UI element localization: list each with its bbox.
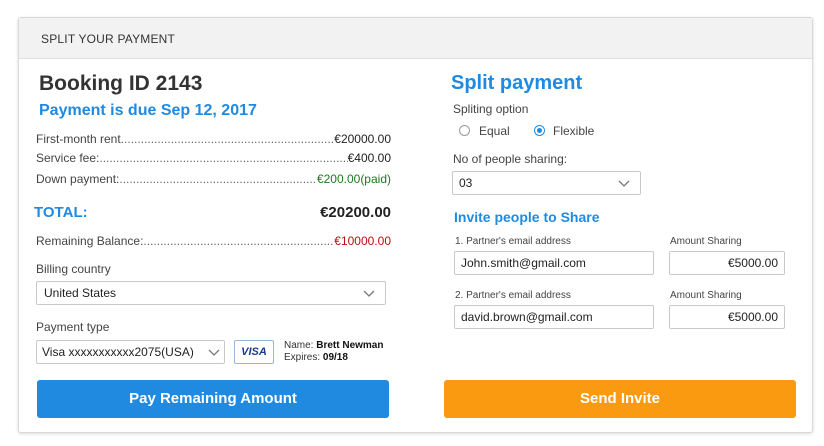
line-item-label: Down payment:	[36, 172, 120, 186]
line-item-value: €400.00	[347, 151, 391, 165]
partner-1-email-input[interactable]: John.smith@gmail.com	[454, 251, 654, 275]
radio-equal-label: Equal	[479, 124, 510, 138]
split-payment-title: Split payment	[451, 72, 583, 94]
splitting-option-label: Spliting option	[453, 102, 529, 116]
total-value: €20200.00	[320, 204, 391, 221]
radio-flexible-label: Flexible	[553, 124, 595, 138]
card-holder-name: Name: Brett Newman	[284, 340, 383, 351]
line-item-value-paid: €200.00(paid)	[316, 172, 391, 186]
send-invite-button[interactable]: Send Invite	[444, 380, 796, 418]
line-item-down-payment: Down payment: ..........................…	[36, 172, 391, 186]
radio-flexible[interactable]	[534, 125, 545, 136]
people-sharing-value: 03	[459, 176, 473, 190]
billing-country-label: Billing country	[36, 262, 111, 276]
card-header-title: SPLIT YOUR PAYMENT	[19, 18, 812, 59]
chevron-down-icon	[618, 177, 630, 189]
line-item-value: €20000.00	[334, 132, 391, 146]
pay-remaining-amount-button[interactable]: Pay Remaining Amount	[37, 380, 389, 418]
remaining-balance-row: Remaining Balance: .....................…	[36, 234, 391, 248]
card-expires-label: Expires:	[284, 352, 323, 363]
partner-2-email-input[interactable]: david.brown@gmail.com	[454, 305, 654, 329]
payment-due-date: Payment is due Sep 12, 2017	[39, 102, 257, 119]
payment-type-label: Payment type	[36, 320, 110, 334]
line-item-label: First-month rent	[36, 132, 121, 146]
invite-people-title: Invite people to Share	[454, 209, 600, 225]
card-expiry: Expires: 09/18	[284, 352, 348, 363]
total-label: TOTAL:	[34, 204, 88, 221]
partner-1-amount-input[interactable]: €5000.00	[669, 251, 785, 275]
partner-1-email-label: 1. Partner's email address	[455, 236, 571, 247]
dot-leader: ........................................…	[120, 132, 335, 146]
dot-leader: ........................................…	[119, 172, 317, 186]
card-name-label: Name:	[284, 340, 317, 351]
billing-country-value: United States	[44, 286, 117, 300]
dot-leader: ........................................…	[143, 234, 334, 248]
partner-2-email-label: 2. Partner's email address	[455, 290, 571, 301]
card-expires-value: 09/18	[322, 352, 348, 363]
billing-country-select[interactable]: United States	[36, 281, 386, 305]
remaining-balance-label: Remaining Balance:	[36, 234, 144, 248]
partner-2-amount-input[interactable]: €5000.00	[669, 305, 785, 329]
line-item-first-month-rent: First-month rent .......................…	[36, 132, 391, 146]
people-sharing-select[interactable]: 03	[452, 171, 641, 195]
booking-id-title: Booking ID 2143	[39, 72, 203, 95]
partner-2-amount-label: Amount Sharing	[670, 290, 742, 301]
partner-1-amount-label: Amount Sharing	[670, 236, 742, 247]
payment-type-select[interactable]: Visa xxxxxxxxxxx2075(USA)	[36, 340, 225, 364]
card-name-value: Brett Newman	[316, 340, 384, 351]
chevron-down-icon	[208, 346, 220, 358]
radio-equal[interactable]	[459, 125, 470, 136]
dot-leader: ........................................…	[99, 151, 347, 165]
people-sharing-label: No of people sharing:	[453, 152, 568, 166]
visa-card-icon: VISA	[234, 340, 274, 364]
line-item-service-fee: Service fee: ...........................…	[36, 151, 391, 165]
remaining-balance-value: €10000.00	[334, 234, 391, 248]
payment-type-value: Visa xxxxxxxxxxx2075(USA)	[42, 345, 194, 359]
chevron-down-icon	[363, 287, 375, 299]
line-item-label: Service fee:	[36, 151, 100, 165]
split-payment-card: SPLIT YOUR PAYMENT Booking ID 2143 Payme…	[18, 17, 813, 433]
